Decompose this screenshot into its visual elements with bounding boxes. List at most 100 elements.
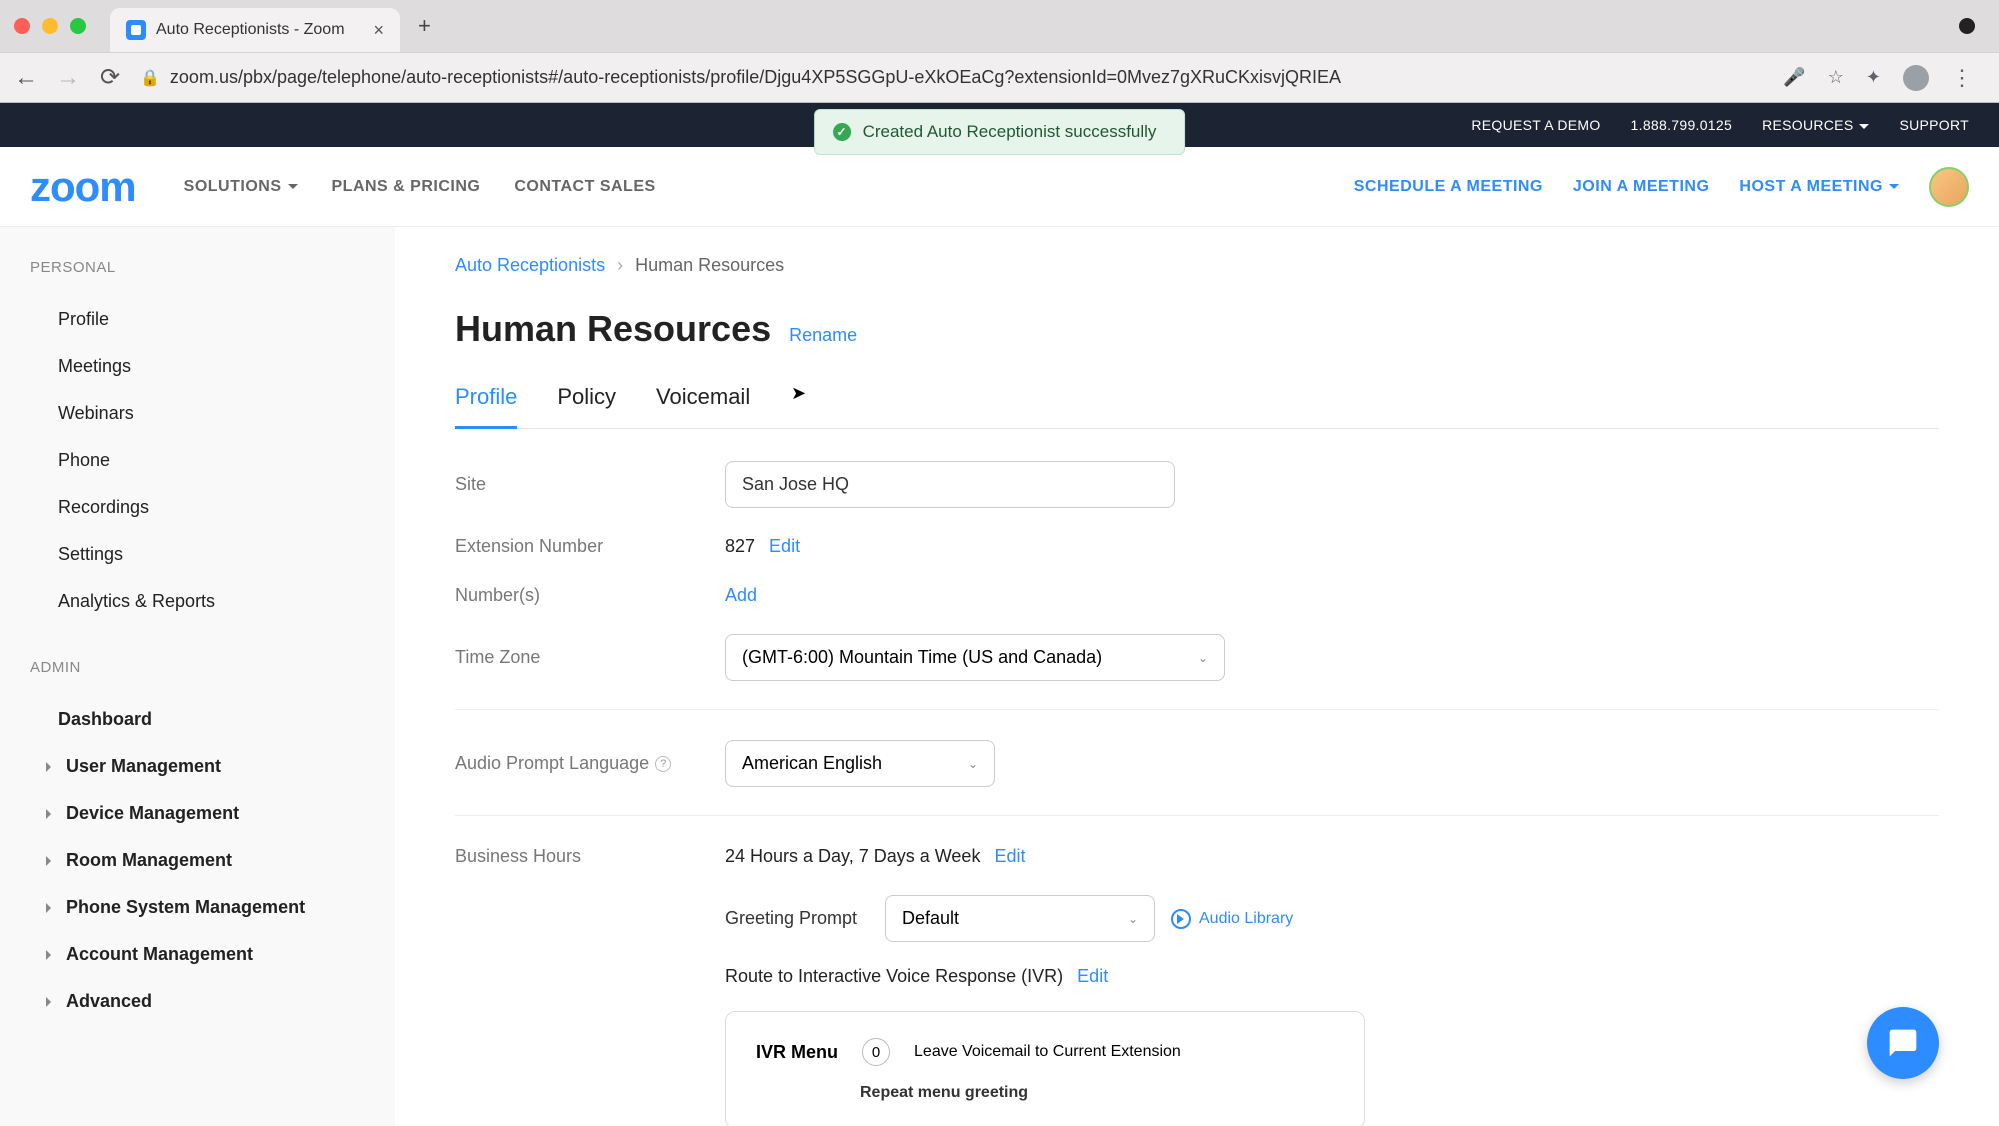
breadcrumb: Auto Receptionists › Human Resources bbox=[455, 255, 1939, 276]
browser-tab[interactable]: Auto Receptionists - Zoom × bbox=[110, 8, 400, 52]
chevron-right-icon bbox=[46, 762, 56, 772]
breadcrumb-parent-link[interactable]: Auto Receptionists bbox=[455, 255, 605, 276]
sidebar-item-settings[interactable]: Settings bbox=[30, 531, 395, 578]
sidebar-item-user-management[interactable]: User Management bbox=[30, 743, 395, 790]
address-bar[interactable]: 🔒 zoom.us/pbx/page/telephone/auto-recept… bbox=[140, 67, 1765, 88]
timezone-label: Time Zone bbox=[455, 647, 725, 668]
sidebar-item-profile[interactable]: Profile bbox=[30, 296, 395, 343]
route-ivr-label: Route to Interactive Voice Response (IVR… bbox=[725, 966, 1063, 987]
sidebar-section-admin: ADMIN bbox=[30, 659, 395, 676]
sidebar-item-recordings[interactable]: Recordings bbox=[30, 484, 395, 531]
greeting-prompt-label: Greeting Prompt bbox=[725, 908, 885, 929]
zoom-logo[interactable]: zoom bbox=[30, 163, 136, 211]
microphone-icon[interactable]: 🎤 bbox=[1783, 67, 1805, 88]
zoom-favicon-icon bbox=[126, 20, 146, 40]
success-toast: ✓ Created Auto Receptionist successfully bbox=[814, 109, 1186, 155]
url-text: zoom.us/pbx/page/telephone/auto-receptio… bbox=[170, 67, 1341, 88]
language-value: American English bbox=[742, 753, 882, 774]
tab-bar: Profile Policy Voicemail bbox=[455, 384, 1939, 429]
bookmark-star-icon[interactable]: ☆ bbox=[1828, 67, 1844, 88]
main-nav: zoom SOLUTIONS PLANS & PRICING CONTACT S… bbox=[0, 147, 1999, 227]
schedule-meeting-link[interactable]: SCHEDULE A MEETING bbox=[1354, 178, 1543, 196]
sidebar: PERSONAL Profile Meetings Webinars Phone… bbox=[0, 227, 395, 1126]
sidebar-item-room-management[interactable]: Room Management bbox=[30, 837, 395, 884]
language-select[interactable]: American English ⌄ bbox=[725, 740, 995, 787]
ivr-action: Leave Voicemail to Current Extension bbox=[914, 1043, 1181, 1061]
plans-pricing-link[interactable]: PLANS & PRICING bbox=[332, 178, 481, 196]
new-tab-button[interactable]: + bbox=[418, 13, 431, 39]
contact-sales-link[interactable]: CONTACT SALES bbox=[514, 178, 655, 196]
chevron-right-icon bbox=[46, 950, 56, 960]
divider bbox=[455, 815, 1939, 816]
browser-chrome: Auto Receptionists - Zoom × + ← → ⟳ 🔒 zo… bbox=[0, 0, 1999, 103]
sidebar-section-personal: PERSONAL bbox=[30, 259, 395, 276]
content-area: ➤ Auto Receptionists › Human Resources H… bbox=[395, 227, 1999, 1126]
join-meeting-link[interactable]: JOIN A MEETING bbox=[1573, 178, 1710, 196]
tab-policy[interactable]: Policy bbox=[557, 384, 616, 428]
sidebar-item-phone[interactable]: Phone bbox=[30, 437, 395, 484]
help-icon[interactable]: ? bbox=[655, 756, 671, 772]
sidebar-item-phone-system-management[interactable]: Phone System Management bbox=[30, 884, 395, 931]
chevron-right-icon bbox=[46, 903, 56, 913]
reload-button[interactable]: ⟳ bbox=[98, 63, 122, 92]
tab-title: Auto Receptionists - Zoom bbox=[156, 21, 363, 39]
solutions-dropdown[interactable]: SOLUTIONS bbox=[184, 178, 298, 196]
chevron-right-icon bbox=[46, 856, 56, 866]
tab-voicemail[interactable]: Voicemail bbox=[656, 384, 750, 428]
chevron-down-icon: ⌄ bbox=[1198, 651, 1208, 665]
phone-number-link[interactable]: 1.888.799.0125 bbox=[1631, 117, 1733, 133]
account-indicator-icon[interactable] bbox=[1959, 18, 1975, 34]
resources-dropdown[interactable]: RESOURCES bbox=[1762, 117, 1869, 133]
edit-hours-link[interactable]: Edit bbox=[994, 846, 1025, 867]
business-hours-label: Business Hours bbox=[455, 846, 725, 867]
chat-fab-button[interactable] bbox=[1867, 1007, 1939, 1079]
breadcrumb-current: Human Resources bbox=[635, 255, 784, 276]
divider bbox=[455, 709, 1939, 710]
close-window-icon[interactable] bbox=[14, 18, 30, 34]
minimize-window-icon[interactable] bbox=[42, 18, 58, 34]
ivr-repeat: Repeat menu greeting bbox=[860, 1084, 1028, 1102]
forward-button[interactable]: → bbox=[56, 64, 80, 92]
back-button[interactable]: ← bbox=[14, 64, 38, 92]
site-label: Site bbox=[455, 474, 725, 495]
timezone-value: (GMT-6:00) Mountain Time (US and Canada) bbox=[742, 647, 1102, 668]
chevron-down-icon: ⌄ bbox=[968, 757, 978, 771]
page-title: Human Resources bbox=[455, 308, 771, 350]
profile-avatar-icon[interactable] bbox=[1903, 65, 1929, 91]
add-number-link[interactable]: Add bbox=[725, 585, 757, 606]
window-controls bbox=[14, 18, 86, 34]
business-hours-value: 24 Hours a Day, 7 Days a Week bbox=[725, 846, 980, 867]
chevron-right-icon bbox=[46, 809, 56, 819]
sidebar-item-analytics[interactable]: Analytics & Reports bbox=[30, 578, 395, 625]
maximize-window-icon[interactable] bbox=[70, 18, 86, 34]
site-input[interactable] bbox=[725, 461, 1175, 508]
tab-profile[interactable]: Profile bbox=[455, 384, 517, 429]
extensions-icon[interactable]: ✦ bbox=[1866, 67, 1881, 88]
chevron-down-icon: ⌄ bbox=[1128, 912, 1138, 926]
host-meeting-dropdown[interactable]: HOST A MEETING bbox=[1739, 178, 1899, 196]
toast-message: Created Auto Receptionist successfully bbox=[863, 122, 1157, 142]
close-tab-icon[interactable]: × bbox=[373, 20, 384, 41]
greeting-prompt-select[interactable]: Default ⌄ bbox=[885, 895, 1155, 942]
sidebar-item-advanced[interactable]: Advanced bbox=[30, 978, 395, 1025]
timezone-select[interactable]: (GMT-6:00) Mountain Time (US and Canada)… bbox=[725, 634, 1225, 681]
sidebar-item-dashboard[interactable]: Dashboard bbox=[30, 696, 395, 743]
browser-menu-icon[interactable]: ⋮ bbox=[1951, 65, 1973, 91]
chevron-right-icon: › bbox=[617, 255, 623, 276]
numbers-label: Number(s) bbox=[455, 585, 725, 606]
ivr-key-badge: 0 bbox=[862, 1038, 890, 1066]
sidebar-item-meetings[interactable]: Meetings bbox=[30, 343, 395, 390]
edit-extension-link[interactable]: Edit bbox=[769, 536, 800, 557]
rename-link[interactable]: Rename bbox=[789, 325, 857, 346]
edit-route-link[interactable]: Edit bbox=[1077, 966, 1108, 987]
sidebar-item-account-management[interactable]: Account Management bbox=[30, 931, 395, 978]
request-demo-link[interactable]: REQUEST A DEMO bbox=[1471, 117, 1600, 133]
audio-prompt-language-label: Audio Prompt Language ? bbox=[455, 753, 725, 774]
user-avatar[interactable] bbox=[1929, 167, 1969, 207]
support-link[interactable]: SUPPORT bbox=[1899, 117, 1969, 133]
chat-icon bbox=[1887, 1027, 1919, 1059]
sidebar-item-device-management[interactable]: Device Management bbox=[30, 790, 395, 837]
audio-library-link[interactable]: Audio Library bbox=[1171, 909, 1293, 929]
sidebar-item-webinars[interactable]: Webinars bbox=[30, 390, 395, 437]
lock-icon: 🔒 bbox=[140, 68, 160, 88]
